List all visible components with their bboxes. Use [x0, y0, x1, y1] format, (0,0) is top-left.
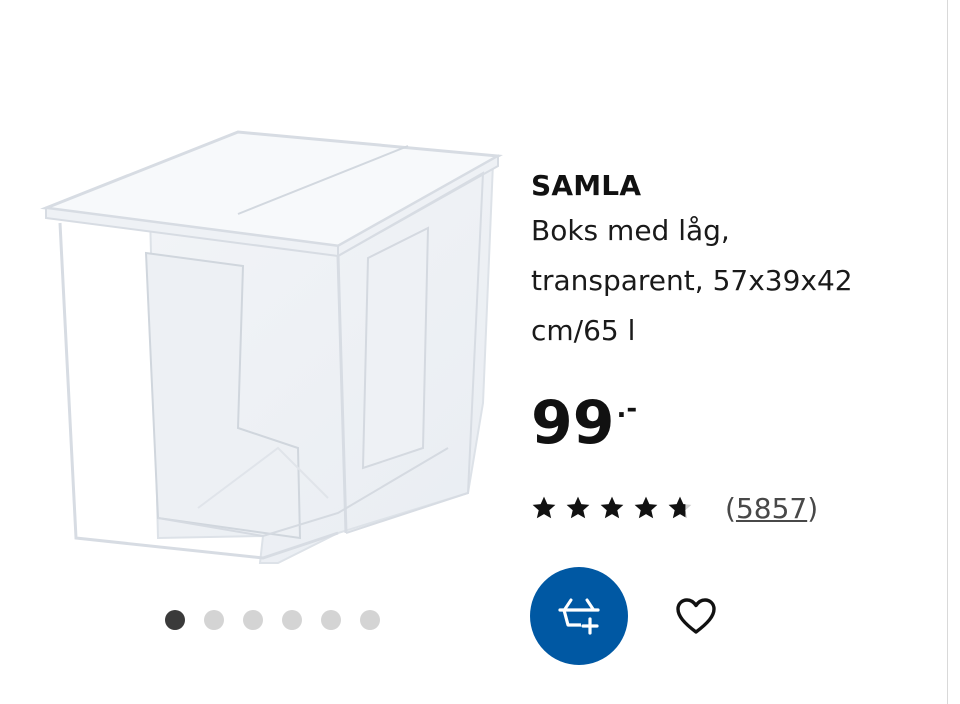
review-count-link[interactable]: (5857)	[725, 492, 818, 525]
star-full-icon	[634, 496, 658, 519]
product-description-line-3: cm/65 l	[531, 314, 636, 347]
product-description-line-2: transparent, 57x39x42	[531, 264, 853, 297]
star-full-icon	[566, 496, 590, 519]
carousel-dot-2[interactable]	[204, 610, 224, 630]
price-value: 99	[531, 388, 615, 458]
product-info: SAMLA Boks med låg, transparent, 57x39x4…	[531, 166, 921, 356]
transparent-storage-box-image	[40, 130, 503, 564]
product-description-line-1: Boks med låg,	[531, 214, 730, 247]
image-carousel-dots	[165, 610, 380, 630]
product-name: SAMLA	[531, 169, 642, 202]
add-to-favourites-button[interactable]	[668, 592, 724, 640]
star-half-icon	[668, 496, 692, 519]
carousel-dot-4[interactable]	[282, 610, 302, 630]
add-to-cart-button[interactable]	[530, 567, 628, 665]
carousel-dot-5[interactable]	[321, 610, 341, 630]
product-image[interactable]	[38, 118, 508, 588]
price-suffix: .-	[616, 394, 638, 424]
heart-outline-icon	[676, 598, 716, 634]
rating-stars	[531, 495, 693, 521]
product-rating[interactable]: (5857)	[531, 490, 818, 526]
page-right-border	[947, 0, 960, 704]
product-price: 99 .-	[531, 388, 637, 458]
star-full-icon	[600, 496, 624, 519]
star-full-icon	[532, 496, 556, 519]
review-count: 5857	[735, 491, 808, 525]
basket-plus-icon	[558, 598, 600, 635]
carousel-dot-1[interactable]	[165, 610, 185, 630]
carousel-dot-6[interactable]	[360, 610, 380, 630]
review-close-paren: )	[807, 491, 819, 525]
review-open-paren: (	[725, 491, 736, 525]
carousel-dot-3[interactable]	[243, 610, 263, 630]
